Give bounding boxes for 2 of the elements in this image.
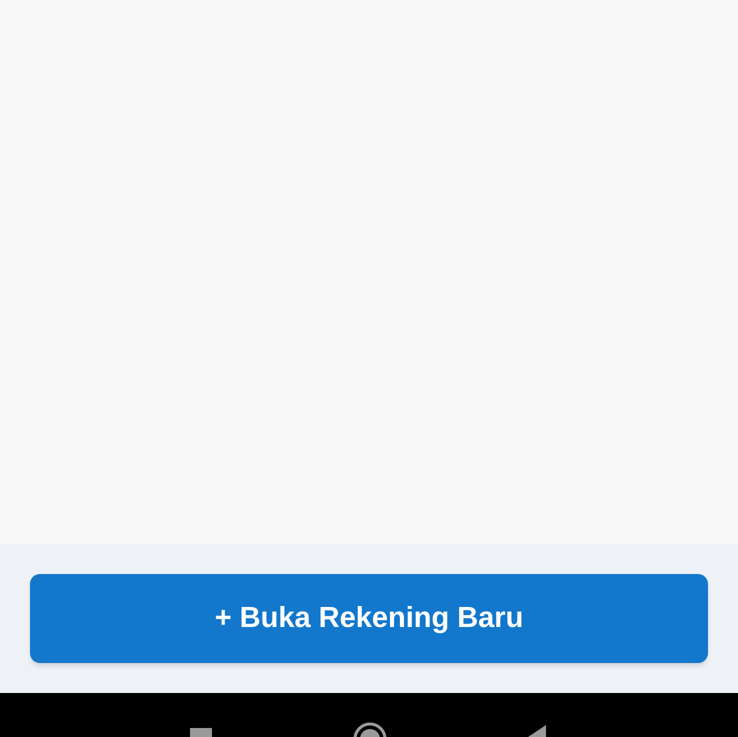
open-account-button[interactable]: + Buka Rekening Baru [30,574,708,663]
home-icon[interactable] [352,721,388,737]
